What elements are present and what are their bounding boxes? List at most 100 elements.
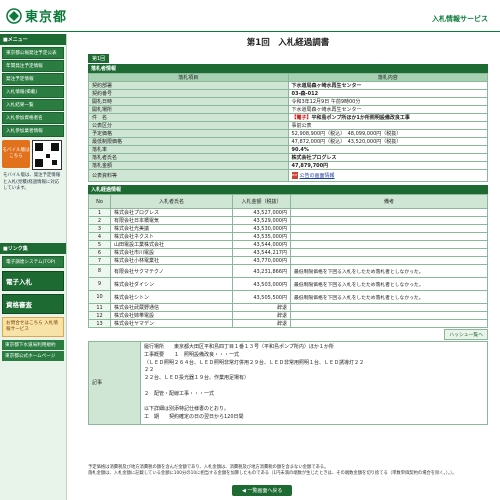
bid-note	[290, 232, 488, 241]
bid-no: 5	[88, 240, 111, 249]
bid-note	[290, 248, 488, 257]
bid-row: 10 株式会社シトン 43,505,500円 最低制限価格を下回る入札をしたため落札者…	[88, 290, 488, 304]
kv-key: 落札金額	[88, 161, 289, 170]
mobile-button[interactable]: モバイル版はこちら	[2, 140, 30, 168]
bid-amount: 43,544,000円	[232, 240, 291, 249]
kv-value: 52,908,900円（税込） 48,099,000円（税抜）	[287, 129, 488, 138]
bid-no: 6	[88, 248, 111, 257]
link-terms[interactable]: 東京都下水道局利用規約	[2, 339, 64, 350]
back-to-top-button[interactable]: ハッシュ一覧へ	[444, 329, 488, 340]
mobile-note: モバイル版は、発注予定情報と入札(見積)経過情報に対応しています。	[3, 173, 61, 192]
bid-row: 13 株式会社ヤマデン 辞退	[88, 319, 488, 328]
bid-note	[290, 224, 488, 233]
bid-no: 11	[88, 303, 111, 312]
service-title: 入札情報サービス	[432, 15, 488, 23]
bid-name: 株式会社ダイシン	[110, 277, 233, 291]
bid-no: 12	[88, 311, 111, 320]
bid-row: 12 株式会社姉帯電設 辞退	[88, 311, 488, 320]
kv-value: 平和島ポンプ所ほか1か所照明設備改良工事	[311, 115, 410, 121]
kv-key: 契約部署	[88, 81, 289, 90]
footnote: 予定価格は消費税及び地方消費税の額を含んだ金額であり、入札金額は、消費税及び地方…	[88, 465, 457, 477]
kv-value: 47,872,000円（税込） 43,520,000円（税抜）	[287, 137, 488, 146]
bid-note: 最低制限価格を下回る入札をしたため落札者としなかった。	[290, 290, 488, 304]
bid-amount: 辞退	[232, 319, 291, 328]
contact-button[interactable]: お問合せはこちら 入札情報サービス	[2, 316, 64, 337]
bids-table: No 入札者氏名 入札金額（税抜） 備考 1 株式会社プログレス 43,527,00…	[88, 194, 488, 328]
kv-value: 令和3年12月9日 午前9時00分	[287, 97, 488, 106]
kv-key: 落札率	[88, 145, 289, 154]
bid-row: 6 株式会社市川電設 43,544,217円	[88, 248, 488, 257]
bid-amount: 43,529,000円	[232, 216, 291, 225]
bid-row: 1 株式会社プログレス 43,527,000円	[88, 208, 488, 217]
e-bidding-button[interactable]: 電子入札	[2, 270, 64, 291]
bid-no: 3	[88, 224, 111, 233]
bid-rows: 1 株式会社プログレス 43,527,000円 2 有限会社日本橋電気 43,529,00…	[88, 208, 488, 328]
bid-name: 株式会社小林電業社	[110, 256, 233, 265]
bid-name: 株式会社光美議	[110, 224, 233, 233]
mobile-box: モバイル版はこちら	[2, 140, 64, 170]
sidebar-item-vendors[interactable]: 入札参加業者情報	[2, 125, 64, 137]
bid-name: 株式会社武蔵野通信	[110, 303, 233, 312]
bid-no: 10	[88, 290, 111, 304]
bid-row: 4 株式会社ネクスト 43,535,000円	[88, 232, 488, 241]
bid-header-note: 備考	[290, 194, 488, 209]
bid-name: 株式会社ヤマデン	[110, 319, 233, 328]
tokyo-emblem-icon	[6, 7, 22, 24]
back-to-list-button[interactable]: ◀ 一覧画面へ戻る	[232, 485, 293, 496]
sidebar-item-annual-plan[interactable]: 年間発注予定情報	[2, 60, 64, 72]
kv-header-content: 落札内容	[287, 73, 488, 82]
qr-code-icon	[32, 140, 62, 170]
remarks-label: 記事	[88, 341, 141, 425]
bid-row: 2 有限会社日本橋電気 43,529,000円	[88, 216, 488, 225]
bid-note	[290, 319, 488, 328]
bid-amount: 43,535,000円	[232, 232, 291, 241]
bid-name: 株式会社プログレス	[110, 208, 233, 217]
bid-note	[290, 216, 488, 225]
kv-value: 03-森-012	[291, 91, 319, 97]
tokyo-logo[interactable]: 東京都	[6, 6, 67, 25]
sidebar-item-bid-info[interactable]: 入札情報(掲載)	[2, 86, 64, 98]
kv-key: 契約番号	[88, 89, 289, 98]
electronic-tag: 【電子】	[291, 115, 312, 121]
sidebar-item-order-plan[interactable]: 発注予定情報	[2, 73, 64, 85]
kv-value: 90.4%	[291, 146, 309, 153]
bid-amount: 43,530,000円	[232, 224, 291, 233]
public-doc-link[interactable]: 公告の画面情報	[300, 173, 335, 179]
bid-note	[290, 208, 488, 217]
kv-value: 下水道局森ヶ崎水再生センター	[287, 105, 488, 114]
bid-note	[290, 256, 488, 265]
bid-note: 最低制限価格を下回る入札をしたため落札者としなかった。	[290, 277, 488, 291]
page-title: 第1回 入札経過調書	[246, 38, 330, 48]
sidebar-item-results[interactable]: 入札結果一覧	[2, 99, 64, 111]
kv-key: 最低制限価格	[88, 137, 289, 146]
bid-no: 13	[88, 319, 111, 328]
bid-name: 株式会社シトン	[110, 290, 233, 304]
bid-amount: 43,544,217円	[232, 248, 291, 257]
bid-amount: 43,503,000円	[232, 277, 291, 291]
sidebar-item-qualified[interactable]: 入札参加資格者名	[2, 112, 64, 124]
kv-key: 落札者氏名	[88, 153, 289, 162]
bid-header-name: 入札者氏名	[110, 194, 233, 209]
sidebar-item-koho[interactable]: 東京都公報発注予定公表	[2, 47, 64, 59]
kv-value: 事前公表	[287, 121, 488, 130]
winner-table: 落札項目 落札内容 契約部署 下水道局森ヶ崎水再生センター 契約番号 03-森-01…	[88, 73, 488, 182]
sidebar: ■メニュー 東京都公報発注予定公表 年間発注予定情報 発注予定情報 入札情報(掲…	[0, 34, 67, 500]
bid-amount: 43,527,000円	[232, 208, 291, 217]
back-to-top: ハッシュ一覧へ	[88, 329, 488, 340]
bid-amount: 43,770,000円	[232, 256, 291, 265]
bid-no: 4	[88, 232, 111, 241]
bid-row: 5 山田電設工業株式会社 43,544,000円	[88, 240, 488, 249]
bid-name: 株式会社市川電設	[110, 248, 233, 257]
bid-amount: 辞退	[232, 303, 291, 312]
bid-amount: 辞退	[232, 311, 291, 320]
bid-name: 株式会社ネクスト	[110, 232, 233, 241]
link-e-procurement[interactable]: 電子調達システム(TOP)	[2, 255, 64, 268]
qualification-button[interactable]: 資格審査	[2, 293, 64, 314]
round-badge: 第1回	[88, 54, 110, 63]
remarks-table: 記事 履行場所 東京都大田区平和島四丁目１番１３号（平和島ポンプ所内）ほか１か所…	[88, 341, 488, 425]
link-official-site[interactable]: 東京都公式ホームページ	[2, 350, 64, 361]
bid-row: 8 有限会社サクマテクノ 43,231,866円 最低制限価格を下回る入札をしたため落…	[88, 264, 488, 278]
bid-name: 有限会社日本橋電気	[110, 216, 233, 225]
bid-no: 9	[88, 277, 111, 291]
bid-row: 7 株式会社小林電業社 43,770,000円	[88, 256, 488, 265]
